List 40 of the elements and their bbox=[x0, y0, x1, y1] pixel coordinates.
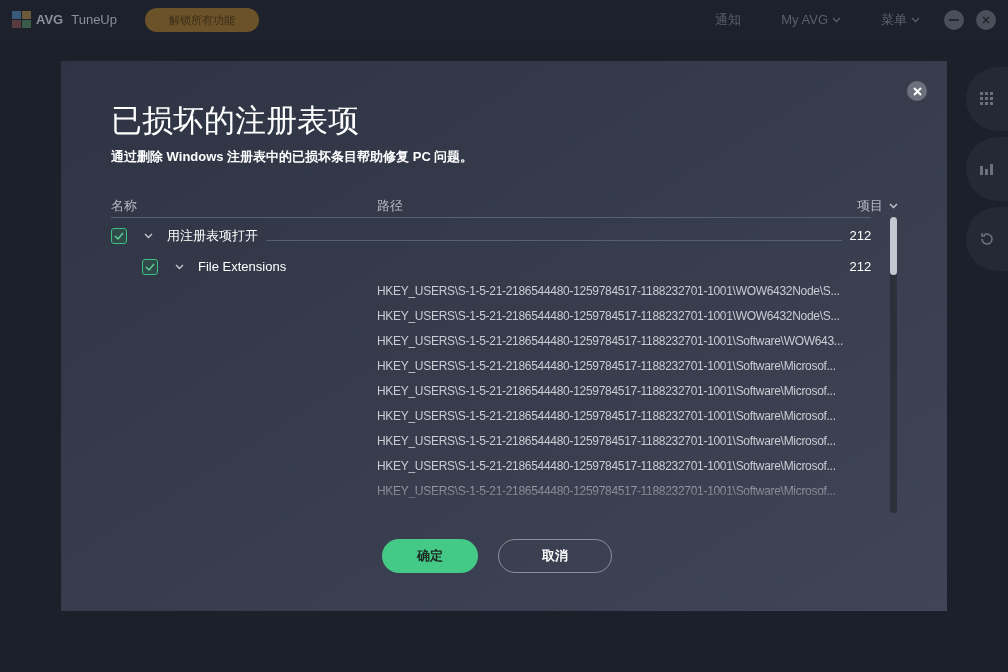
registry-path: HKEY_USERS\S-1-5-21-2186544480-1259784517-1188232701-1001\Software\WOW643... bbox=[377, 332, 844, 350]
product-name: TuneUp bbox=[71, 11, 117, 30]
chevron-icon[interactable] bbox=[175, 263, 184, 270]
grid-button[interactable] bbox=[966, 67, 1008, 131]
column-header[interactable]: 名称 bbox=[111, 195, 377, 216]
registry-path: HKEY_USERS\S-1-5-21-2186544480-1259784517-1188232701-1001\Software\Microsof... bbox=[377, 432, 837, 450]
registry-path: HKEY_USERS\S-1-5-21-2186544480-1259784517-1188232701-1001\Software\Microsof... bbox=[377, 457, 837, 475]
bar-chart-icon bbox=[979, 162, 995, 176]
registry-path: HKEY_USERS\S-1-5-21-2186544480-1259784517-1188232701-1001\WOW6432Node\S... bbox=[377, 282, 841, 300]
registry-path: HKEY_USERS\S-1-5-21-2186544480-1259784517-1188232701-1001\Software\Microsof... bbox=[377, 382, 837, 400]
dialog-title: 已损坏的注册表项 bbox=[111, 102, 360, 140]
scrollbar[interactable] bbox=[890, 216, 897, 513]
confirm-button[interactable]: 确定 bbox=[382, 538, 478, 573]
registry-path: HKEY_USERS\S-1-5-21-2186544480-1259784517-1188232701-1001\Software\Microsof... bbox=[377, 407, 837, 425]
close-button[interactable] bbox=[907, 81, 927, 101]
close-icon bbox=[912, 86, 922, 96]
chart-button[interactable] bbox=[966, 137, 1008, 201]
column-header[interactable]: 项目 bbox=[857, 195, 898, 216]
registry-path: HKEY_USERS\S-1-5-21-2186544480-1259784517-1188232701-1001\Software\Microsof... bbox=[377, 357, 837, 375]
check-icon bbox=[145, 262, 155, 271]
check-icon bbox=[114, 232, 124, 240]
logo-icon bbox=[12, 11, 32, 29]
close-icon bbox=[982, 16, 990, 24]
tree-item-label[interactable]: File Extensions bbox=[198, 256, 287, 277]
item-count: 212 bbox=[849, 257, 872, 276]
grid-icon bbox=[980, 92, 994, 106]
chevron-icon bbox=[911, 17, 920, 23]
undo-icon bbox=[979, 231, 995, 247]
brand-name: AVG bbox=[36, 11, 64, 30]
tree-item-label[interactable]: 用注册表项打开 bbox=[167, 226, 258, 246]
item-count: 212 bbox=[849, 227, 872, 246]
chevron-icon bbox=[832, 17, 841, 23]
chevron-icon[interactable] bbox=[889, 202, 898, 209]
chevron-icon[interactable] bbox=[144, 233, 153, 239]
checkbox[interactable] bbox=[142, 258, 158, 275]
checkbox[interactable] bbox=[111, 228, 127, 244]
registry-path: HKEY_USERS\S-1-5-21-2186544480-1259784517-1188232701-1001\WOW6432Node\S... bbox=[377, 307, 841, 325]
registry-path: HKEY_USERS\S-1-5-21-2186544480-1259784517-1188232701-1001\Software\Microsof... bbox=[377, 482, 837, 500]
column-header[interactable]: 路径 bbox=[377, 195, 403, 216]
dialog-subtitle: 通过删除 Windows 注册表中的已损坏条目帮助修复 PC 问题。 bbox=[111, 148, 475, 166]
